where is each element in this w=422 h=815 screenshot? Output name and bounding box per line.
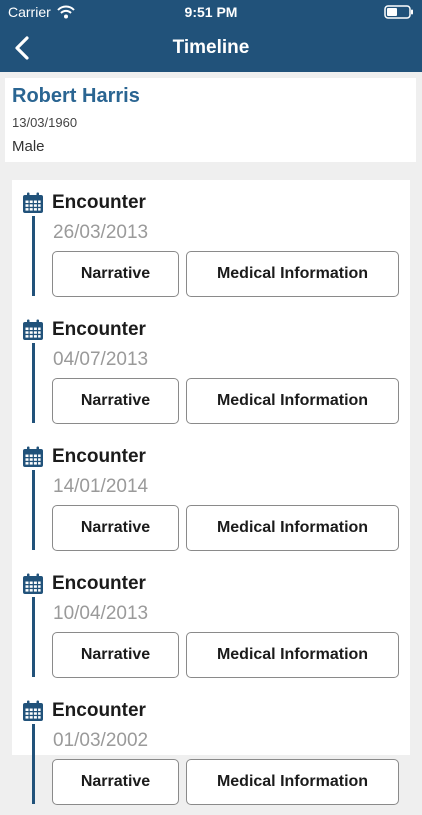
narrative-button[interactable]: Narrative	[52, 759, 179, 805]
timeline-entry: Encounter 14/01/2014 Narrative Medical I…	[12, 434, 410, 561]
medical-information-button[interactable]: Medical Information	[186, 632, 399, 678]
medical-information-button[interactable]: Medical Information	[186, 378, 399, 424]
entry-title: Encounter	[52, 319, 146, 340]
calendar-icon	[23, 573, 43, 594]
patient-gender: Male	[12, 138, 45, 155]
timeline-connector	[32, 343, 35, 423]
patient-name: Robert Harris	[12, 85, 140, 107]
entry-date: 14/01/2014	[53, 476, 149, 497]
calendar-icon	[23, 446, 43, 467]
entry-title: Encounter	[52, 192, 146, 213]
timeline-connector	[32, 216, 35, 296]
entry-date: 10/04/2013	[53, 603, 149, 624]
medical-information-button[interactable]: Medical Information	[186, 505, 399, 551]
calendar-icon	[23, 700, 43, 721]
entry-title: Encounter	[52, 573, 146, 594]
timeline-connector	[32, 597, 35, 677]
entry-date: 26/03/2013	[53, 222, 149, 243]
timeline-entry: Encounter 26/03/2013 Narrative Medical I…	[12, 180, 410, 307]
app-header: Carrier 9:51 PM Timeline	[0, 0, 422, 72]
timeline-list: Encounter 26/03/2013 Narrative Medical I…	[12, 180, 410, 805]
calendar-icon	[23, 192, 43, 213]
narrative-button[interactable]: Narrative	[52, 505, 179, 551]
timeline-entry: Encounter 10/04/2013 Narrative Medical I…	[12, 561, 410, 688]
timeline-entry: Encounter 01/03/2002 Narrative Medical I…	[12, 688, 410, 815]
narrative-button[interactable]: Narrative	[52, 632, 179, 678]
nav-bar: Timeline	[0, 24, 422, 72]
page-title: Timeline	[172, 37, 250, 58]
battery-icon	[384, 5, 413, 19]
patient-card: Robert Harris 13/03/1960 Male	[5, 78, 416, 162]
entry-title: Encounter	[52, 446, 146, 467]
entry-date: 01/03/2002	[53, 730, 149, 751]
timeline-connector	[32, 724, 35, 804]
status-bar: Carrier 9:51 PM	[0, 0, 422, 24]
patient-dob: 13/03/1960	[12, 115, 78, 130]
timeline-entry: Encounter 04/07/2013 Narrative Medical I…	[12, 307, 410, 434]
narrative-button[interactable]: Narrative	[52, 251, 179, 297]
medical-information-button[interactable]: Medical Information	[186, 759, 399, 805]
status-time: 9:51 PM	[184, 4, 238, 20]
entry-date: 04/07/2013	[53, 349, 149, 370]
medical-information-button[interactable]: Medical Information	[186, 251, 399, 297]
timeline-connector	[32, 470, 35, 550]
narrative-button[interactable]: Narrative	[52, 378, 179, 424]
entry-title: Encounter	[52, 700, 146, 721]
calendar-icon	[23, 319, 43, 340]
